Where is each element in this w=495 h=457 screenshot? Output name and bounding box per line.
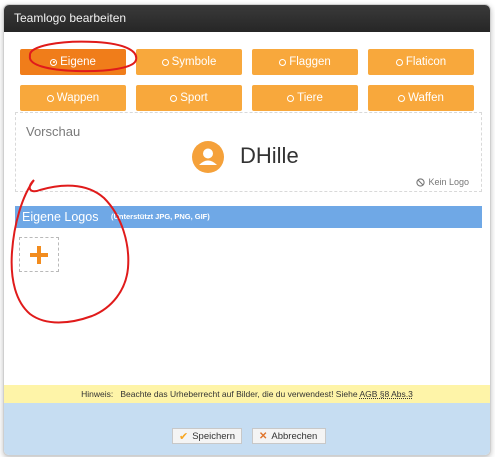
dialog-footer: ✔ Speichern ✕ Abbrechen: [4, 403, 490, 455]
radio-icon: [161, 58, 169, 66]
radio-icon: [46, 94, 54, 102]
category-label: Tiere: [297, 92, 323, 104]
category-label: Wappen: [56, 92, 100, 104]
radio-icon: [279, 58, 287, 66]
category-flaticon-button[interactable]: Flaticon: [368, 49, 474, 75]
logo-dialog: Teamlogo bearbeiten Eigene Symbole Flagg…: [3, 4, 491, 456]
category-wappen-button[interactable]: Wappen: [20, 85, 126, 111]
ban-icon: [416, 177, 426, 187]
user-avatar-icon: [192, 141, 224, 173]
notice-text: Beachte das Urheberrecht auf Bilder, die…: [120, 389, 358, 399]
own-logos-hint: (Unterstützt JPG, PNG, GIF): [111, 212, 210, 221]
copyright-notice: Hinweis: Beachte das Urheberrecht auf Bi…: [4, 385, 490, 403]
radio-icon: [398, 94, 406, 102]
no-logo-label: Kein Logo: [428, 177, 469, 187]
category-label: Eigene: [60, 56, 96, 68]
category-grid: Eigene Symbole Flaggen Flaticon Wappen S…: [20, 49, 474, 111]
category-label: Flaticon: [405, 56, 447, 68]
category-eigene-button[interactable]: Eigene: [20, 49, 126, 75]
add-logo-button[interactable]: [19, 237, 59, 272]
own-logos-title: Eigene Logos: [22, 210, 99, 224]
own-logos-header: Eigene Logos (Unterstützt JPG, PNG, GIF): [15, 206, 482, 228]
category-label: Waffen: [408, 92, 444, 104]
category-label: Flaggen: [289, 56, 331, 68]
agb-link[interactable]: AGB §8 Abs.3: [359, 389, 412, 399]
radio-icon: [287, 94, 295, 102]
radio-icon: [170, 94, 178, 102]
no-logo-button[interactable]: Kein Logo: [416, 177, 469, 187]
cancel-label: Abbrechen: [271, 430, 318, 442]
category-label: Symbole: [171, 56, 217, 68]
category-tiere-button[interactable]: Tiere: [252, 85, 358, 111]
preview-panel: Vorschau DHille Kein Logo: [15, 112, 482, 192]
category-sport-button[interactable]: Sport: [136, 85, 242, 111]
dialog-title: Teamlogo bearbeiten: [14, 11, 127, 25]
category-symbole-button[interactable]: Symbole: [136, 49, 242, 75]
cancel-button[interactable]: ✕ Abbrechen: [252, 428, 326, 444]
plus-icon: [30, 245, 48, 264]
preview-label: Vorschau: [26, 124, 81, 139]
close-icon: ✕: [259, 430, 268, 442]
save-label: Speichern: [192, 430, 235, 442]
dialog-titlebar: Teamlogo bearbeiten: [4, 5, 490, 32]
radio-checked-icon: [50, 58, 58, 66]
category-flaggen-button[interactable]: Flaggen: [252, 49, 358, 75]
radio-icon: [395, 58, 403, 66]
save-button[interactable]: ✔ Speichern: [172, 428, 242, 444]
category-waffen-button[interactable]: Waffen: [368, 85, 474, 111]
check-icon: ✔: [179, 430, 189, 443]
notice-prefix: Hinweis:: [81, 389, 114, 399]
category-label: Sport: [180, 92, 208, 104]
team-name: DHille: [240, 143, 299, 168]
